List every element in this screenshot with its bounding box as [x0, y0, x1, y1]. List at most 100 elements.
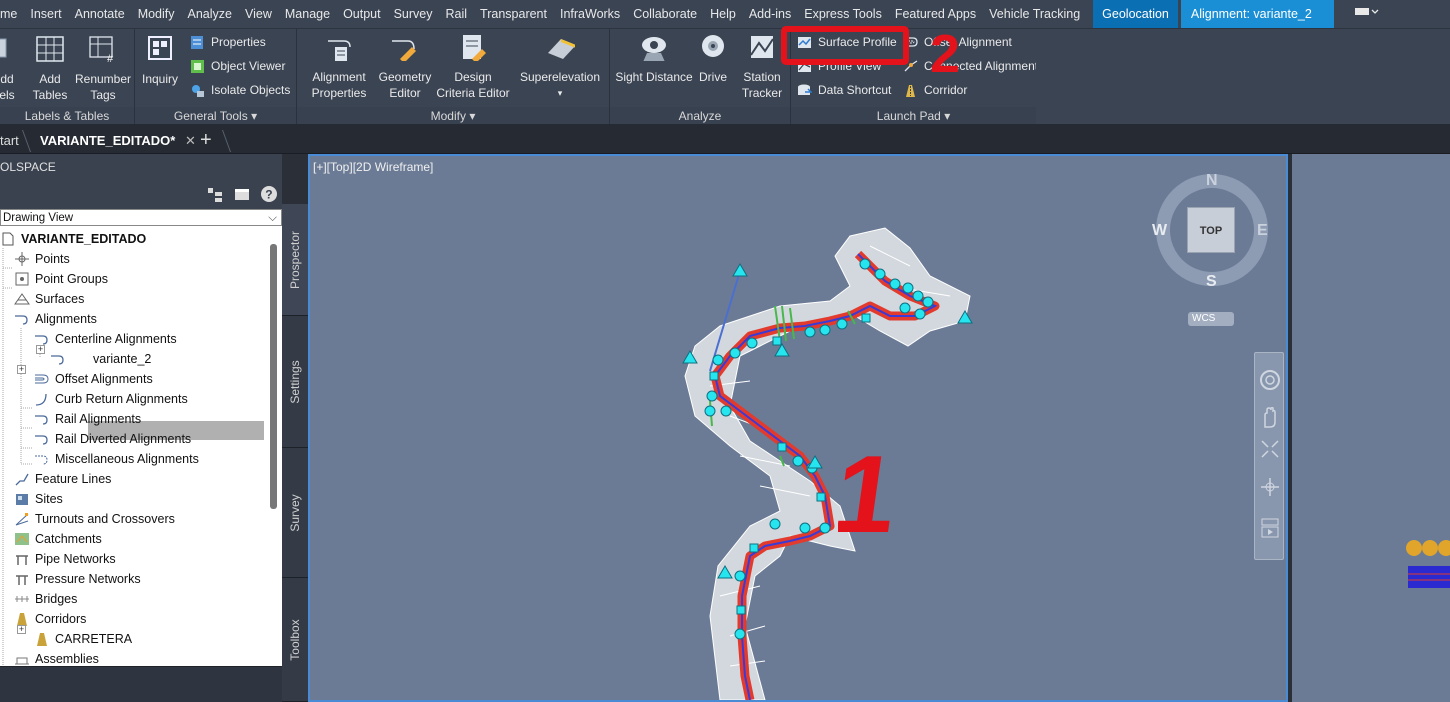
- expand-toggle[interactable]: +: [17, 625, 26, 634]
- tree-item-pipe-networks[interactable]: Pipe Networks: [14, 549, 116, 569]
- superelevation-button[interactable]: Superelevation ▾: [519, 33, 601, 101]
- panel-title-modify[interactable]: Modify ▾: [297, 107, 609, 125]
- geometry-editor-button[interactable]: Geometry Editor: [375, 33, 435, 101]
- expand-toggle[interactable]: +: [36, 345, 45, 354]
- menu-survey[interactable]: Survey: [385, 0, 442, 28]
- sight-distance-icon: [642, 37, 666, 62]
- zoom-extents-icon[interactable]: [1260, 439, 1280, 459]
- pan-icon[interactable]: [1260, 407, 1280, 429]
- view-selector[interactable]: Drawing View ⌵: [0, 209, 282, 226]
- tree-item-pressure-networks[interactable]: Pressure Networks: [14, 569, 141, 589]
- side-tab-survey[interactable]: Survey: [282, 448, 308, 578]
- side-tab-settings[interactable]: Settings: [282, 316, 308, 448]
- tree-item-alignments[interactable]: Alignments: [14, 309, 97, 329]
- menu-annotate[interactable]: Annotate: [66, 0, 134, 28]
- tree-item-assemblies[interactable]: Assemblies: [14, 649, 99, 666]
- compass-n: N: [1206, 172, 1218, 189]
- wcs-button[interactable]: WCS: [1188, 312, 1234, 326]
- add-labels-button[interactable]: dd els: [0, 35, 20, 103]
- tree-item-catchments[interactable]: Catchments: [14, 529, 102, 549]
- side-tab-toolbox[interactable]: Toolbox: [282, 578, 308, 702]
- close-tab-icon[interactable]: ✕: [185, 133, 196, 148]
- side-tab-label: Settings: [288, 359, 302, 404]
- tab-divider: [221, 130, 241, 152]
- menu-view[interactable]: View: [236, 0, 281, 28]
- menu-insert[interactable]: Insert: [21, 0, 70, 28]
- menu-geolocation[interactable]: Geolocation: [1093, 0, 1178, 28]
- properties-button[interactable]: Properties: [190, 32, 266, 52]
- tree-item-sites[interactable]: Sites: [14, 489, 63, 509]
- sites-icon: [16, 494, 28, 505]
- panel-title-launch-pad[interactable]: Launch Pad ▾: [791, 107, 1036, 125]
- inquiry-button[interactable]: Inquiry: [140, 35, 180, 87]
- properties-label: Properties: [211, 35, 266, 49]
- secondary-viewport[interactable]: [1290, 154, 1450, 702]
- menu-output[interactable]: Output: [334, 0, 390, 28]
- ribbon-minimize-button[interactable]: [1344, 0, 1388, 28]
- menu-transparent[interactable]: Transparent: [471, 0, 556, 28]
- menu-collaborate[interactable]: Collaborate: [624, 0, 706, 28]
- tree-item-rail-alignments[interactable]: Rail Alignments: [34, 409, 141, 429]
- tree-item-feature-lines[interactable]: Feature Lines: [14, 469, 111, 489]
- tree-scrollbar[interactable]: [270, 244, 277, 509]
- tree-item-misc-alignments[interactable]: Miscellaneous Alignments: [34, 449, 199, 469]
- menu-modify[interactable]: Modify: [129, 0, 184, 28]
- tree-item-rail-diverted[interactable]: Rail Diverted Alignments: [34, 429, 191, 449]
- tree-item-curb-return[interactable]: Curb Return Alignments: [34, 389, 188, 409]
- tree-view-icon[interactable]: [207, 187, 223, 203]
- tree-item-points[interactable]: Points: [14, 249, 70, 269]
- menu-alignment-context[interactable]: Alignment: variante_2: [1180, 0, 1334, 28]
- new-tab-button[interactable]: +: [200, 127, 212, 154]
- data-shortcut-button[interactable]: Data Shortcut: [797, 80, 891, 100]
- side-tab-prospector[interactable]: Prospector: [282, 204, 308, 316]
- viewcube[interactable]: TOP: [1156, 174, 1268, 286]
- add-tables-button[interactable]: Add Tables: [32, 35, 68, 103]
- tree-item-point-groups[interactable]: Point Groups: [14, 269, 108, 289]
- rail-alignments-icon: [35, 415, 48, 425]
- viewcube-top-face[interactable]: TOP: [1187, 207, 1235, 253]
- list-view-icon[interactable]: [234, 187, 250, 203]
- point-groups-icon: [15, 272, 29, 286]
- panel-title-general-tools[interactable]: General Tools ▾: [135, 107, 296, 125]
- menu-help[interactable]: Help: [701, 0, 745, 28]
- drive-button[interactable]: Drive: [696, 33, 730, 85]
- sight-distance-button[interactable]: Sight Distance: [615, 33, 693, 85]
- renumber-label-1: Renumber: [74, 72, 132, 86]
- svg-text:#: #: [107, 53, 114, 63]
- tree-label: Pressure Networks: [35, 572, 141, 586]
- tree-label: Rail Alignments: [55, 412, 142, 426]
- isolate-objects-button[interactable]: Isolate Objects: [190, 80, 290, 100]
- tab-start[interactable]: tart: [0, 127, 19, 154]
- superelevation-icon: [548, 39, 576, 59]
- bridges-icon: [15, 596, 29, 602]
- menu-infraworks[interactable]: InfraWorks: [551, 0, 629, 28]
- corridor-button[interactable]: Corridor: [903, 80, 967, 100]
- tree-item-bridges[interactable]: Bridges: [14, 589, 77, 609]
- steering-wheel-icon[interactable]: [1259, 369, 1281, 391]
- panel-analyze: Sight Distance Drive Station Tracker Ana…: [610, 29, 791, 125]
- renumber-tags-button[interactable]: # Renumber Tags: [73, 35, 133, 103]
- drawing-viewport[interactable]: [+][Top][2D Wireframe] 1 TOP N S E W WCS: [308, 154, 1288, 702]
- tree-item-centerline-alignments[interactable]: Centerline Alignments: [34, 329, 177, 349]
- expand-toggle[interactable]: +: [17, 365, 26, 374]
- tree-item-carretera[interactable]: CARRETERA: [34, 629, 132, 649]
- alignment-props-label-1: Alignment: [312, 70, 366, 84]
- tree-item-surfaces[interactable]: Surfaces: [14, 289, 84, 309]
- tree-item-turnouts[interactable]: Turnouts and Crossovers: [14, 509, 175, 529]
- tree-item-drawing[interactable]: VARIANTE_EDITADO: [0, 229, 146, 249]
- menu-analyze[interactable]: Analyze: [179, 0, 241, 28]
- showmotion-icon[interactable]: [1260, 517, 1280, 539]
- object-viewer-button[interactable]: Object Viewer: [190, 56, 285, 76]
- alignment-properties-button[interactable]: Alignment Properties: [307, 33, 371, 101]
- panel-modify: Alignment Properties Geometry Editor Des…: [297, 29, 610, 125]
- menu-manage[interactable]: Manage: [276, 0, 339, 28]
- tree-label: Point Groups: [35, 272, 108, 286]
- caret-down-icon: ▾: [469, 109, 476, 123]
- tab-variante-editado[interactable]: VARIANTE_EDITADO* ✕: [40, 127, 196, 154]
- tree-item-offset-alignments[interactable]: Offset Alignments: [34, 369, 153, 389]
- orbit-icon[interactable]: [1260, 477, 1280, 497]
- ribbon-toggle-icon: [1354, 8, 1379, 15]
- tree-item-variante-2[interactable]: variante_2: [50, 349, 151, 369]
- help-icon[interactable]: ?: [260, 185, 278, 203]
- design-criteria-editor-button[interactable]: Design Criteria Editor: [435, 33, 511, 101]
